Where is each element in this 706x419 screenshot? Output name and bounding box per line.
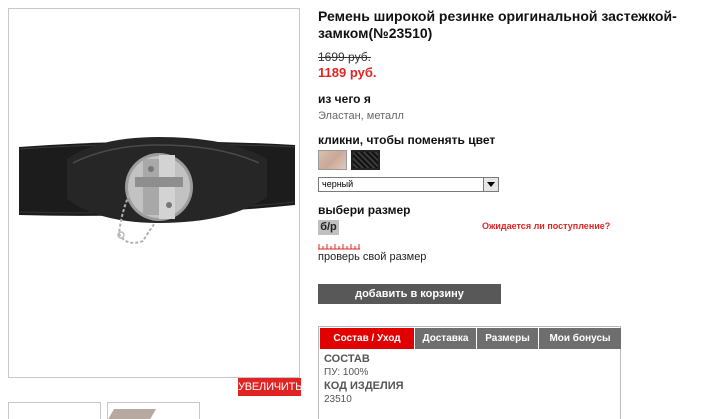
material-label: из чего я — [318, 92, 371, 106]
restock-inquiry-link[interactable]: Ожидается ли поступление? — [482, 221, 610, 231]
tab-sizes[interactable]: Размеры — [477, 328, 538, 349]
product-title: Ремень широкой резинке оригинальной заст… — [318, 8, 677, 41]
tab-my-bonuses[interactable]: Мои бонусы — [539, 328, 621, 349]
ruler-icon — [318, 244, 360, 250]
zoom-button[interactable]: УВЕЛИЧИТЬ — [238, 378, 302, 396]
check-size-link[interactable]: проверь свой размер — [318, 251, 426, 263]
color-select-value: черный — [322, 179, 354, 189]
tab-delivery[interactable]: Доставка — [415, 328, 476, 349]
old-price: 1699 руб. — [318, 50, 371, 64]
product-code-heading: КОД ИЗДЕЛИЯ — [324, 380, 404, 392]
composition-heading: СОСТАВ — [324, 353, 370, 365]
belt-product-image — [18, 137, 296, 244]
thumbnail-1[interactable] — [8, 402, 101, 419]
chevron-down-icon[interactable] — [483, 178, 498, 191]
tab-content: СОСТАВ ПУ: 100% КОД ИЗДЕЛИЯ 23510 — [324, 353, 404, 407]
material-value: Эластан, металл — [318, 110, 404, 122]
composition-value: ПУ: 100% — [324, 367, 369, 378]
new-price: 1189 руб. — [318, 65, 377, 80]
color-swatch-beige[interactable] — [318, 150, 347, 170]
thumbnail-2[interactable] — [107, 402, 200, 419]
color-swatch-black[interactable] — [351, 150, 380, 170]
color-label: кликни, чтобы поменять цвет — [318, 133, 496, 147]
size-option[interactable]: б/р — [318, 220, 339, 235]
size-label: выбери размер — [318, 203, 411, 217]
info-tabs: Состав / Уход Доставка Размеры Мои бонус… — [320, 328, 621, 349]
info-tabs-panel: Состав / Уход Доставка Размеры Мои бонус… — [318, 326, 621, 419]
color-select[interactable]: черный — [318, 177, 499, 192]
product-image-frame[interactable] — [8, 8, 300, 378]
tab-composition-care[interactable]: Состав / Уход — [320, 328, 414, 349]
product-code-value: 23510 — [324, 394, 352, 405]
add-to-cart-button[interactable]: добавить в корзину — [318, 284, 501, 304]
